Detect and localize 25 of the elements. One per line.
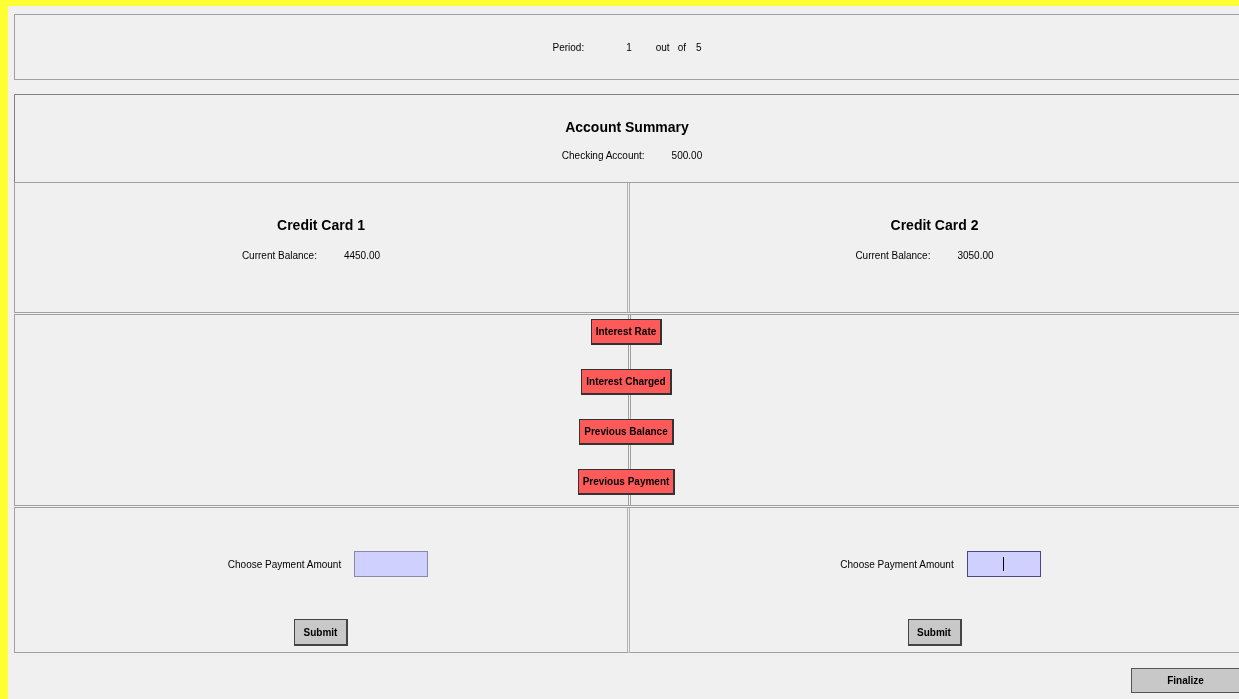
period-text: of (677, 40, 686, 55)
info-button[interactable]: Previous Payment (577, 469, 676, 495)
field-label: Choose Payment Amount (840, 557, 954, 572)
field-label: Current Balance: (241, 249, 317, 263)
field-label: Checking Account: (561, 149, 645, 163)
info-button[interactable]: Interest Rate (590, 319, 663, 345)
section-title: Account Summary (565, 118, 689, 137)
payment-amount-field[interactable] (354, 551, 429, 577)
period-value: 1 (626, 40, 632, 55)
info-button[interactable]: Previous Balance (579, 419, 674, 445)
period-text: out (655, 40, 670, 55)
period-label: Period: (552, 40, 585, 55)
submit-button[interactable]: Submit (907, 619, 962, 646)
field-value: 4450.00 (343, 249, 381, 263)
field-label: Current Balance: (855, 249, 931, 263)
field-label: Choose Payment Amount (227, 557, 342, 572)
info-button[interactable]: Interest Charged (581, 369, 672, 395)
finalize-button[interactable]: Finalize (1131, 668, 1239, 693)
period-value: 5 (695, 40, 702, 55)
field-value: 3050.00 (957, 249, 994, 263)
payment-amount-field[interactable] (966, 551, 1041, 577)
submit-button[interactable]: Submit (294, 619, 348, 646)
card-title: Credit Card 1 (277, 216, 365, 235)
card-title: Credit Card 2 (890, 216, 979, 235)
field-value: 500.00 (671, 149, 703, 163)
